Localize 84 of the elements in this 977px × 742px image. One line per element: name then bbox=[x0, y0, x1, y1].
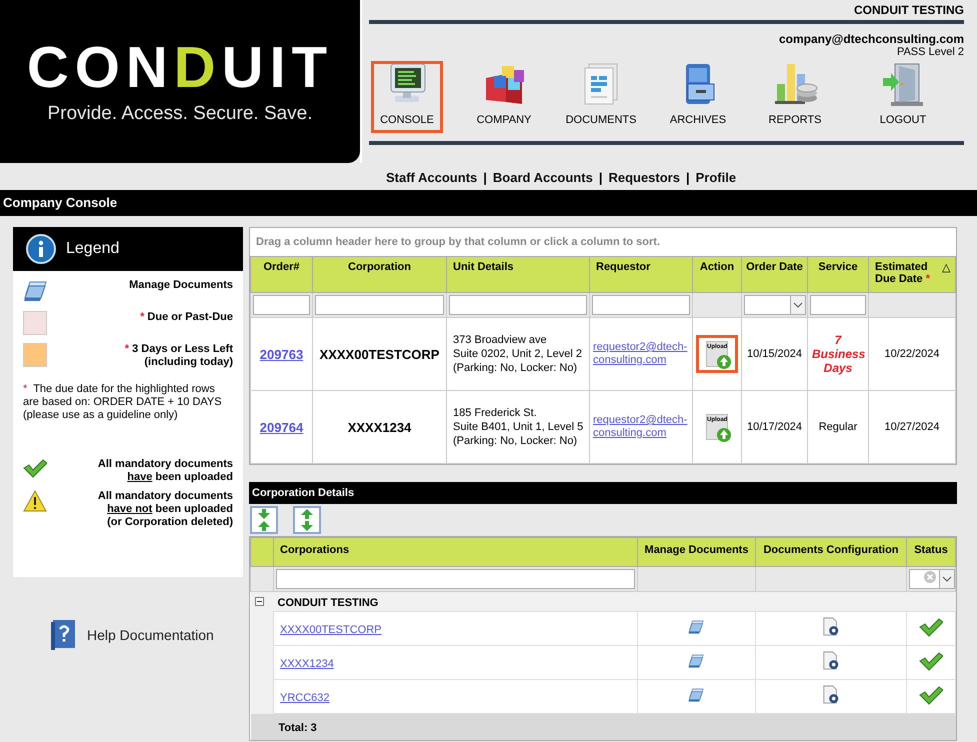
separator: | bbox=[598, 170, 602, 184]
corporation-link[interactable]: YRCC632 bbox=[280, 692, 330, 704]
filter-field[interactable] bbox=[449, 295, 587, 315]
nav-link[interactable]: Board Accounts bbox=[492, 170, 593, 184]
service-label: 7 Business Days bbox=[812, 333, 864, 375]
filter-field[interactable] bbox=[253, 295, 310, 315]
column-header[interactable]: Unit Details bbox=[446, 256, 590, 292]
access-level: PASS Level 2 bbox=[896, 46, 964, 58]
nav-button[interactable]: CONSOLE bbox=[371, 61, 443, 133]
column-header[interactable]: Status bbox=[906, 538, 956, 566]
warning-icon bbox=[23, 490, 47, 512]
filter-field[interactable] bbox=[315, 295, 444, 315]
account-title: CONDUIT TESTING bbox=[853, 2, 964, 18]
table-cell: 10/15/2024 bbox=[746, 348, 802, 360]
manage-documents-button[interactable] bbox=[688, 619, 705, 635]
help-link[interactable]: Help Documentation bbox=[87, 627, 214, 643]
separator: | bbox=[483, 170, 487, 184]
up-arrow-icon bbox=[717, 355, 731, 369]
total-count: Total: 3 bbox=[278, 722, 317, 734]
nav-button[interactable]: LOGOUT bbox=[867, 61, 939, 133]
column-header[interactable]: Estimated Due Date * △ bbox=[868, 256, 956, 292]
legend-label: All mandatory documents have been uploaded bbox=[98, 458, 233, 484]
manage-documents-button[interactable] bbox=[688, 653, 705, 669]
nav-button[interactable]: DOCUMENTS bbox=[565, 61, 637, 133]
chevron-down-icon bbox=[793, 302, 803, 308]
order-link[interactable]: 209763 bbox=[260, 346, 304, 362]
arrows-inward-button[interactable] bbox=[250, 506, 278, 534]
nav-link[interactable]: Staff Accounts bbox=[386, 170, 478, 184]
nav-button[interactable]: COMPANY bbox=[468, 61, 540, 133]
up-arrow-icon bbox=[717, 428, 731, 442]
status-filter-dropdown[interactable] bbox=[909, 569, 955, 589]
documents-configuration-button[interactable] bbox=[822, 685, 840, 705]
help-book-icon bbox=[49, 619, 77, 651]
separator: | bbox=[686, 170, 690, 184]
chevron-down-icon bbox=[942, 576, 952, 582]
table-cell: XXXX00TESTCORP bbox=[320, 346, 440, 362]
group-hint: Drag a column header here to group by that column or click a column to sort. bbox=[255, 235, 662, 250]
user-email: company@dtechconsulting.com bbox=[778, 32, 964, 46]
nav-button[interactable]: ARCHIVES bbox=[662, 61, 734, 133]
corporation-link[interactable]: XXXX1234 bbox=[280, 658, 334, 670]
column-header[interactable]: Service bbox=[808, 256, 868, 292]
table-cell: 10/22/2024 bbox=[884, 348, 940, 360]
nav-link[interactable]: Profile bbox=[696, 170, 736, 184]
column-header[interactable]: Corporation bbox=[312, 256, 446, 292]
arrows-outward-button[interactable] bbox=[293, 506, 321, 534]
documents-configuration-button[interactable] bbox=[822, 651, 840, 671]
group-label: CONDUIT TESTING bbox=[278, 596, 378, 608]
filter-dropdown[interactable] bbox=[744, 295, 806, 315]
column-header[interactable]: Corporations bbox=[274, 538, 638, 566]
corporation-link[interactable]: XXXX00TESTCORP bbox=[280, 624, 382, 636]
legend-note: * The due date for the highlighted rows are based on: ORDER DATE + 10 DAYS (please use as a guideline only) bbox=[22, 382, 223, 422]
table-cell: 185 Frederick St. Suite B401, Unit 1, Level 5 (Parking: No, Locker: No) bbox=[453, 407, 584, 447]
filter-field[interactable] bbox=[592, 295, 690, 315]
order-link[interactable]: 209764 bbox=[260, 420, 304, 434]
column-header[interactable]: Action bbox=[692, 256, 742, 292]
panel-title: Corporation Details bbox=[249, 482, 957, 504]
column-header[interactable]: Order# bbox=[250, 256, 312, 292]
documents-icon bbox=[23, 279, 49, 303]
legend-label: * Due or Past-Due bbox=[140, 311, 233, 324]
column-header[interactable]: Documents Configuration bbox=[756, 538, 906, 566]
filter-field[interactable] bbox=[276, 569, 635, 589]
table-cell: 10/27/2024 bbox=[884, 421, 940, 433]
info-icon bbox=[26, 234, 56, 264]
table-cell: 10/17/2024 bbox=[746, 421, 802, 433]
table-cell: 373 Broadview ave Suite 0202, Unit 2, Level 2 (Parking: No, Locker: No) bbox=[453, 334, 582, 374]
filter-field[interactable] bbox=[810, 295, 866, 315]
service-label: Regular bbox=[818, 421, 858, 433]
column-header[interactable]: Requestor bbox=[590, 256, 692, 292]
check-icon bbox=[23, 458, 47, 478]
legend-title: Legend bbox=[66, 240, 120, 258]
legend-label: Manage Documents bbox=[129, 279, 233, 292]
nav-link[interactable]: Requestors bbox=[608, 170, 680, 184]
collapse-toggle[interactable] bbox=[254, 597, 264, 606]
legend-label: All mandatory documents have not been uploaded (or Corporation deleted) bbox=[98, 490, 233, 529]
documents-configuration-button[interactable] bbox=[822, 617, 840, 637]
column-header[interactable]: Manage Documents bbox=[638, 538, 756, 566]
legend-label: * 3 Days or Less Left (including today) bbox=[124, 343, 233, 369]
clear-icon bbox=[924, 571, 936, 583]
nav-button[interactable]: REPORTS bbox=[759, 61, 831, 133]
manage-documents-button[interactable] bbox=[688, 687, 705, 703]
table-cell: XXXX1234 bbox=[348, 420, 412, 434]
logo: CON DUIT Provide. Access. Secure. Save. bbox=[0, 0, 360, 163]
column-header[interactable]: Order Date bbox=[742, 256, 808, 292]
section-title: Company Console bbox=[0, 190, 977, 216]
